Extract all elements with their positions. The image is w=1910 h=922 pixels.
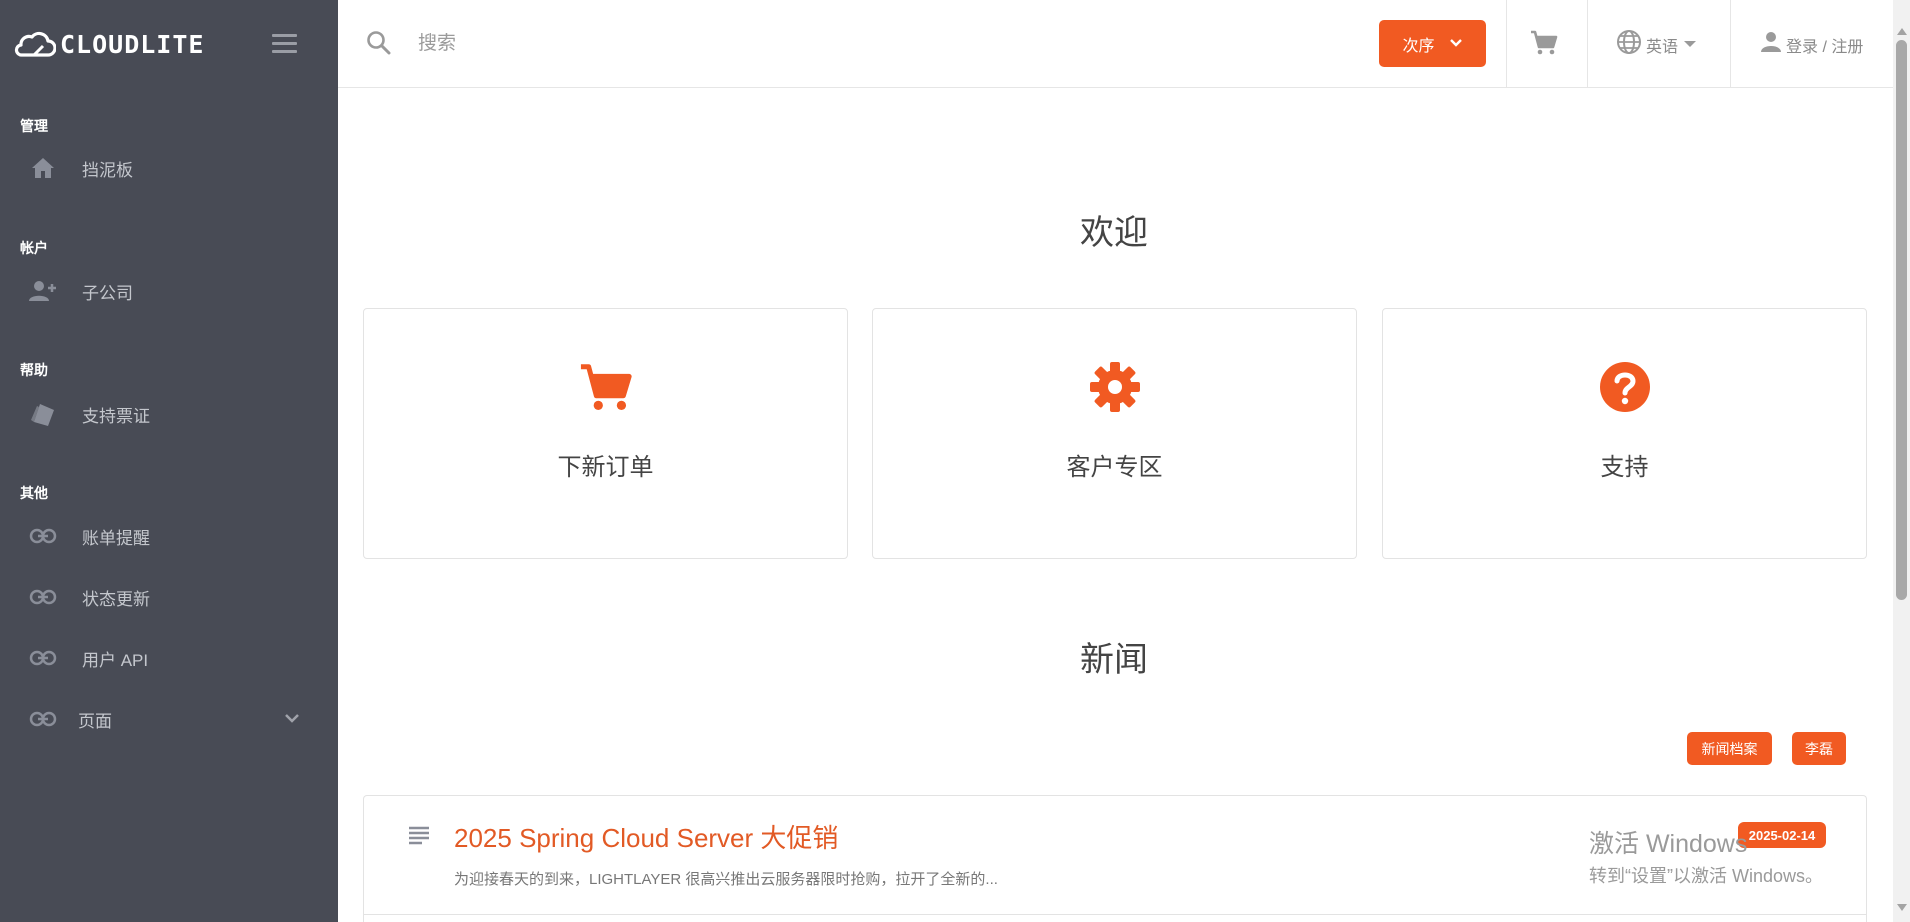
news-heading: 新闻: [1080, 641, 1148, 679]
cart-icon[interactable]: [1530, 30, 1558, 61]
news-archive-button[interactable]: 新闻档案: [1687, 732, 1772, 765]
ticket-icon: [28, 402, 58, 426]
card-new-order[interactable]: 下新订单: [363, 308, 848, 559]
sidebar-item-label: 子公司: [82, 283, 133, 303]
logo-text: CLOUDLITE: [60, 29, 205, 59]
search-icon[interactable]: [366, 30, 392, 61]
card-label: 客户专区: [1066, 454, 1163, 481]
sidebar-item-label: 账单提醒: [82, 528, 150, 548]
chevron-down-icon: [1449, 35, 1463, 53]
card-label: 支持: [1600, 454, 1649, 481]
watermark-line1: 激活 Windows: [1589, 830, 1748, 858]
section-title-account: 帐户: [20, 240, 48, 256]
section-title-manage: 管理: [20, 118, 48, 134]
sidebar-item-support-tickets[interactable]: 支持票证: [0, 389, 338, 439]
scroll-up-arrow[interactable]: [1897, 28, 1907, 35]
chevron-down-icon[interactable]: [284, 711, 300, 729]
topbar-divider: [1730, 0, 1731, 88]
scroll-down-arrow[interactable]: [1897, 904, 1907, 911]
logo-row: CLOUDLITE: [0, 0, 338, 88]
sidebar-item-label: 用户 API: [82, 650, 149, 670]
sidebar: CLOUDLITE 管理 挡泥板 帐户 子公司 帮助 支持票证 其他 账单提醒: [0, 0, 338, 922]
news-title-link[interactable]: 2025 Spring Cloud Server 大促销: [454, 818, 838, 855]
link-icon: [28, 707, 58, 731]
welcome-heading: 欢迎: [1080, 214, 1148, 252]
login-register-link[interactable]: 登录 / 注册: [1760, 31, 1863, 58]
brand-logo[interactable]: CLOUDLITE: [14, 29, 204, 59]
sidebar-item-billing-reminder[interactable]: 账单提醒: [0, 511, 338, 561]
card-client-area[interactable]: 客户专区: [872, 308, 1357, 559]
news-author-button[interactable]: 李磊: [1792, 732, 1846, 765]
vertical-scrollbar[interactable]: [1893, 0, 1910, 922]
article-lines-icon: [408, 826, 430, 851]
section-title-help: 帮助: [20, 362, 48, 378]
cart-icon: [364, 361, 847, 415]
user-icon: [1760, 31, 1782, 58]
topbar-divider: [1587, 0, 1588, 88]
sidebar-item-label: 状态更新: [82, 589, 150, 609]
menu-toggle-button[interactable]: [272, 34, 297, 54]
sidebar-item-label: 挡泥板: [82, 160, 133, 180]
order-button[interactable]: 次序: [1379, 20, 1486, 67]
sidebar-item-dashboard[interactable]: 挡泥板: [0, 143, 338, 193]
user-plus-icon: [28, 279, 58, 303]
card-label: 下新订单: [557, 454, 654, 481]
link-icon: [28, 524, 58, 548]
link-icon: [28, 585, 58, 609]
news-summary: 为迎接春天的到来，LIGHTLAYER 很高兴推出云服务器限时抢购，拉开了全新的…: [454, 871, 998, 888]
link-icon: [28, 646, 58, 670]
card-support[interactable]: 支持: [1382, 308, 1867, 559]
sidebar-item-label: 支持票证: [82, 406, 150, 426]
topbar: 次序 英语 登录 / 注册: [338, 0, 1893, 88]
home-icon: [28, 156, 58, 180]
news-divider: [364, 914, 1866, 915]
language-selector[interactable]: 英语: [1616, 29, 1698, 60]
help-icon: [1383, 361, 1866, 413]
scroll-thumb[interactable]: [1896, 40, 1907, 600]
sidebar-item-user-api[interactable]: 用户 API: [0, 633, 338, 683]
search-input[interactable]: [418, 24, 1018, 64]
sidebar-item-label: 页面: [78, 711, 112, 731]
sidebar-item-status-updates[interactable]: 状态更新: [0, 572, 338, 622]
gear-icon: [873, 361, 1356, 413]
section-title-other: 其他: [20, 485, 48, 501]
login-register-label: 登录 / 注册: [1786, 38, 1864, 56]
watermark-line2: 转到“设置”以激活 Windows。: [1589, 866, 1824, 886]
topbar-divider: [1506, 0, 1507, 88]
globe-icon: [1616, 29, 1642, 60]
sidebar-item-pages[interactable]: 页面: [0, 694, 338, 744]
sidebar-item-affiliates[interactable]: 子公司: [0, 266, 338, 316]
language-label: 英语: [1646, 38, 1679, 56]
cloud-logo-icon: [14, 31, 56, 57]
windows-activation-watermark: 激活 Windows 转到“设置”以激活 Windows。: [1589, 824, 1823, 888]
caret-down-icon: [1682, 36, 1698, 54]
order-button-label: 次序: [1402, 37, 1435, 55]
